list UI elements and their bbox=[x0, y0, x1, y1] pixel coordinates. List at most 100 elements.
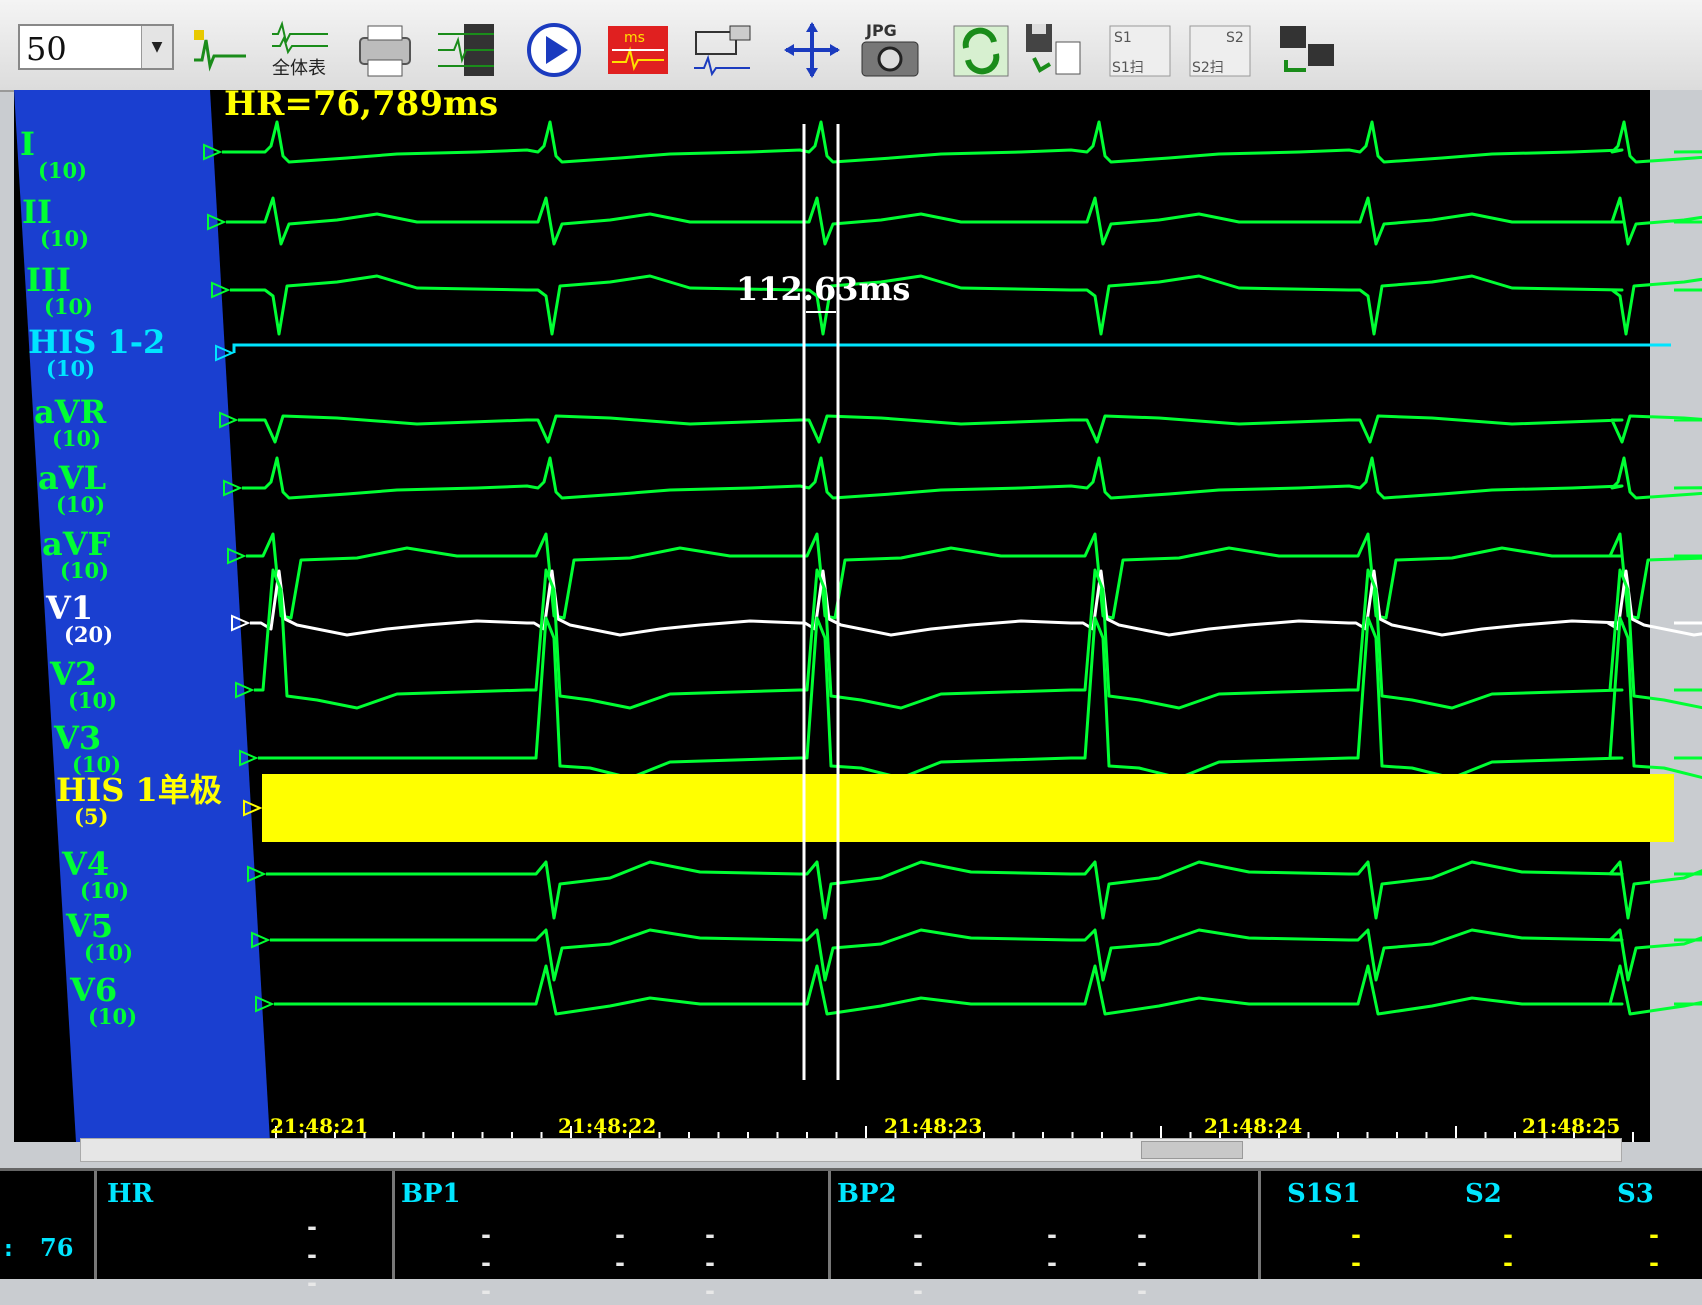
s3-value: -- bbox=[1649, 1221, 1659, 1277]
print-icon[interactable] bbox=[352, 20, 416, 80]
network-icon[interactable] bbox=[1276, 20, 1340, 80]
stim-panel: S1S1 -- S2 -- S3 -- bbox=[1258, 1171, 1659, 1279]
bp2-diastolic: -- bbox=[1047, 1221, 1057, 1277]
lead-label[interactable]: aVL (10) bbox=[38, 462, 106, 515]
s2-label: S2 bbox=[1465, 1179, 1502, 1209]
hr-value: --- bbox=[307, 1213, 317, 1297]
trace-avf bbox=[246, 532, 1702, 620]
lead-name: III bbox=[26, 261, 71, 299]
trace-v2 bbox=[254, 568, 1702, 710]
svg-text:S1扫: S1扫 bbox=[1112, 60, 1144, 76]
toolbar: 50 ▼ 全体表 ms JPG S1 S1扫 S2 S2扫 bbox=[0, 0, 1702, 92]
trace-v6 bbox=[274, 964, 1702, 1016]
lead-name: aVR bbox=[34, 393, 107, 431]
lead-label[interactable]: V2 (10) bbox=[50, 658, 117, 711]
bp2-systolic: --- bbox=[913, 1221, 923, 1305]
bp2-panel: BP2 --- -- --- bbox=[828, 1171, 1147, 1305]
s3-label: S3 bbox=[1617, 1179, 1654, 1209]
lead-gain: (10) bbox=[68, 688, 118, 713]
waveform-canvas[interactable] bbox=[14, 90, 1702, 1142]
s1s1-label: S1S1 bbox=[1287, 1179, 1361, 1209]
trace-avr bbox=[238, 414, 1702, 444]
lead-name: HIS 1单极 bbox=[56, 771, 222, 809]
trace-v1 bbox=[250, 569, 1702, 637]
trace-his-1-2 bbox=[232, 343, 1671, 353]
chevron-down-icon[interactable]: ▼ bbox=[141, 26, 172, 68]
hr-label: HR bbox=[107, 1179, 154, 1209]
bp2-label: BP2 bbox=[837, 1179, 897, 1209]
bp1-systolic: --- bbox=[481, 1221, 491, 1305]
s2-value: -- bbox=[1503, 1221, 1513, 1277]
caliper-measurement-label: 112.63ms bbox=[736, 270, 911, 308]
svg-text:JPG: JPG bbox=[865, 21, 897, 40]
lead-label[interactable]: V1 (20) bbox=[46, 592, 113, 645]
svg-text:全体表: 全体表 bbox=[272, 58, 326, 79]
lead-label[interactable]: HIS 1-2 (10) bbox=[28, 326, 165, 379]
bp1-panel: BP1 --- -- --- bbox=[392, 1171, 715, 1305]
hr-readout-value: 76 bbox=[40, 1233, 74, 1262]
ep-recording-window: 50 ▼ 全体表 ms JPG S1 S1扫 S2 S2扫 I (10) II (10) III (1… bbox=[0, 0, 1702, 1305]
lead-gain: (10) bbox=[40, 226, 90, 251]
time-label: 21:48:22 bbox=[558, 1114, 657, 1138]
lead-name: aVL bbox=[38, 459, 107, 497]
svg-text:S2扫: S2扫 bbox=[1192, 60, 1224, 76]
scrollbar-thumb[interactable] bbox=[1141, 1141, 1243, 1159]
refresh-icon[interactable] bbox=[950, 20, 1014, 80]
horizontal-scrollbar[interactable] bbox=[80, 1138, 1622, 1162]
right-frame bbox=[1650, 90, 1702, 1142]
lead-label[interactable]: V6 (10) bbox=[70, 974, 137, 1027]
lead-gain: (10) bbox=[52, 426, 102, 451]
stimulator-icon[interactable] bbox=[690, 20, 754, 80]
lead-label[interactable]: HIS 1单极 (5) bbox=[56, 774, 222, 827]
single-lead-icon[interactable] bbox=[188, 20, 252, 80]
trace-avl bbox=[242, 456, 1702, 500]
sweep-speed-value: 50 bbox=[26, 30, 67, 68]
lead-name: HIS 1-2 bbox=[28, 323, 166, 361]
lead-name: V1 bbox=[46, 589, 94, 627]
lead-name: V6 bbox=[70, 971, 118, 1009]
full-display-icon[interactable]: 全体表 bbox=[268, 20, 332, 80]
lead-name: V5 bbox=[66, 907, 114, 945]
lead-name: V2 bbox=[50, 655, 98, 693]
sweep-speed-select[interactable]: 50 ▼ bbox=[18, 24, 174, 70]
time-label: 21:48:24 bbox=[1204, 1114, 1303, 1138]
multi-lead-icon[interactable] bbox=[434, 20, 498, 80]
time-label: 21:48:23 bbox=[884, 1114, 983, 1138]
svg-text:ms: ms bbox=[624, 30, 645, 46]
lead-label[interactable]: V5 (10) bbox=[66, 910, 133, 963]
lead-label[interactable]: III (10) bbox=[26, 264, 93, 317]
s1-scan-icon[interactable]: S1 S1扫 bbox=[1108, 20, 1172, 80]
lead-label[interactable]: II (10) bbox=[22, 196, 89, 249]
trace-his-1- bbox=[262, 774, 1674, 842]
lead-gain: (10) bbox=[84, 940, 134, 965]
trace-v5 bbox=[270, 928, 1702, 982]
bp2-mean: --- bbox=[1137, 1221, 1147, 1305]
lead-gain: (10) bbox=[80, 878, 130, 903]
lead-label[interactable]: aVR (10) bbox=[34, 396, 106, 449]
save-report-icon[interactable] bbox=[1022, 20, 1086, 80]
ms-caliper-icon[interactable]: ms bbox=[606, 20, 670, 80]
lead-name: I bbox=[20, 125, 35, 163]
lead-label[interactable]: aVF (10) bbox=[42, 528, 110, 581]
lead-gain: (10) bbox=[60, 558, 110, 583]
bp1-mean: --- bbox=[705, 1221, 715, 1305]
move-icon[interactable] bbox=[780, 20, 844, 80]
lead-name: aVF bbox=[42, 525, 111, 563]
lead-label[interactable]: I (10) bbox=[20, 128, 87, 181]
s2-scan-icon[interactable]: S2 S2扫 bbox=[1188, 20, 1252, 80]
svg-text:S2: S2 bbox=[1226, 30, 1244, 46]
time-label: 21:48:25 bbox=[1522, 1114, 1621, 1138]
lead-name: II bbox=[22, 193, 52, 231]
status-bar: : 76 HR --- BP1 --- -- --- BP2 --- -- --… bbox=[0, 1168, 1702, 1305]
lead-label[interactable]: V4 (10) bbox=[62, 848, 129, 901]
trace-v3 bbox=[258, 616, 1702, 780]
jpg-camera-icon[interactable]: JPG bbox=[858, 20, 922, 80]
svg-text:S1: S1 bbox=[1114, 30, 1132, 46]
lead-label[interactable]: V3 (10) bbox=[54, 722, 121, 775]
play-icon[interactable] bbox=[522, 20, 586, 80]
trace-ii bbox=[226, 196, 1702, 246]
lead-gain: (10) bbox=[46, 356, 96, 381]
bp1-label: BP1 bbox=[401, 1179, 461, 1209]
lead-gain: (10) bbox=[38, 158, 88, 183]
lead-gain: (5) bbox=[74, 804, 109, 829]
